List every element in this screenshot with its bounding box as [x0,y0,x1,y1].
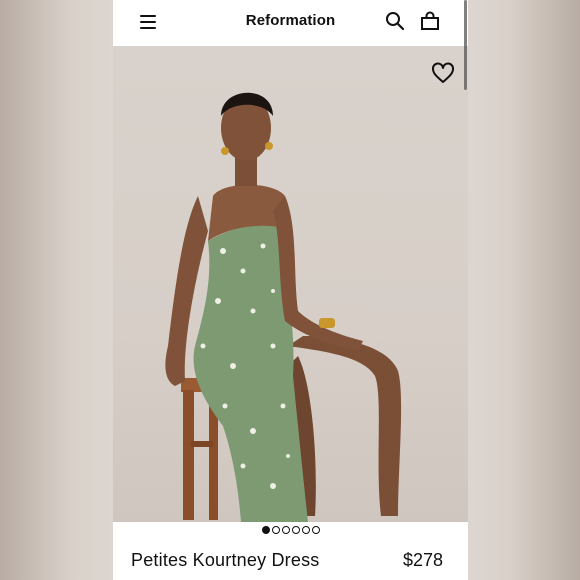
gallery-dot[interactable] [261,526,270,534]
top-navigation-bar: Reformation [113,0,468,46]
product-info-row: Petites Kourtney Dress $278 [131,550,443,571]
gallery-dot[interactable] [281,526,290,534]
scrollbar[interactable] [464,0,467,90]
gallery-dot[interactable] [291,526,300,534]
product-name: Petites Kourtney Dress [131,550,320,570]
gallery-pagination [113,526,468,536]
product-price: $278 [402,550,443,570]
product-image-gallery[interactable] [113,46,468,522]
phone-screen: Reformation Petites Kourtney Dress $278 [113,0,468,580]
search-icon[interactable] [385,11,405,31]
product-photo [165,92,402,522]
heart-icon[interactable] [431,62,455,84]
gallery-dot[interactable] [271,526,280,534]
gallery-dot[interactable] [311,526,320,534]
bag-icon[interactable] [420,11,440,31]
gallery-dot[interactable] [301,526,310,534]
brand-logo[interactable]: Reformation [113,12,468,29]
